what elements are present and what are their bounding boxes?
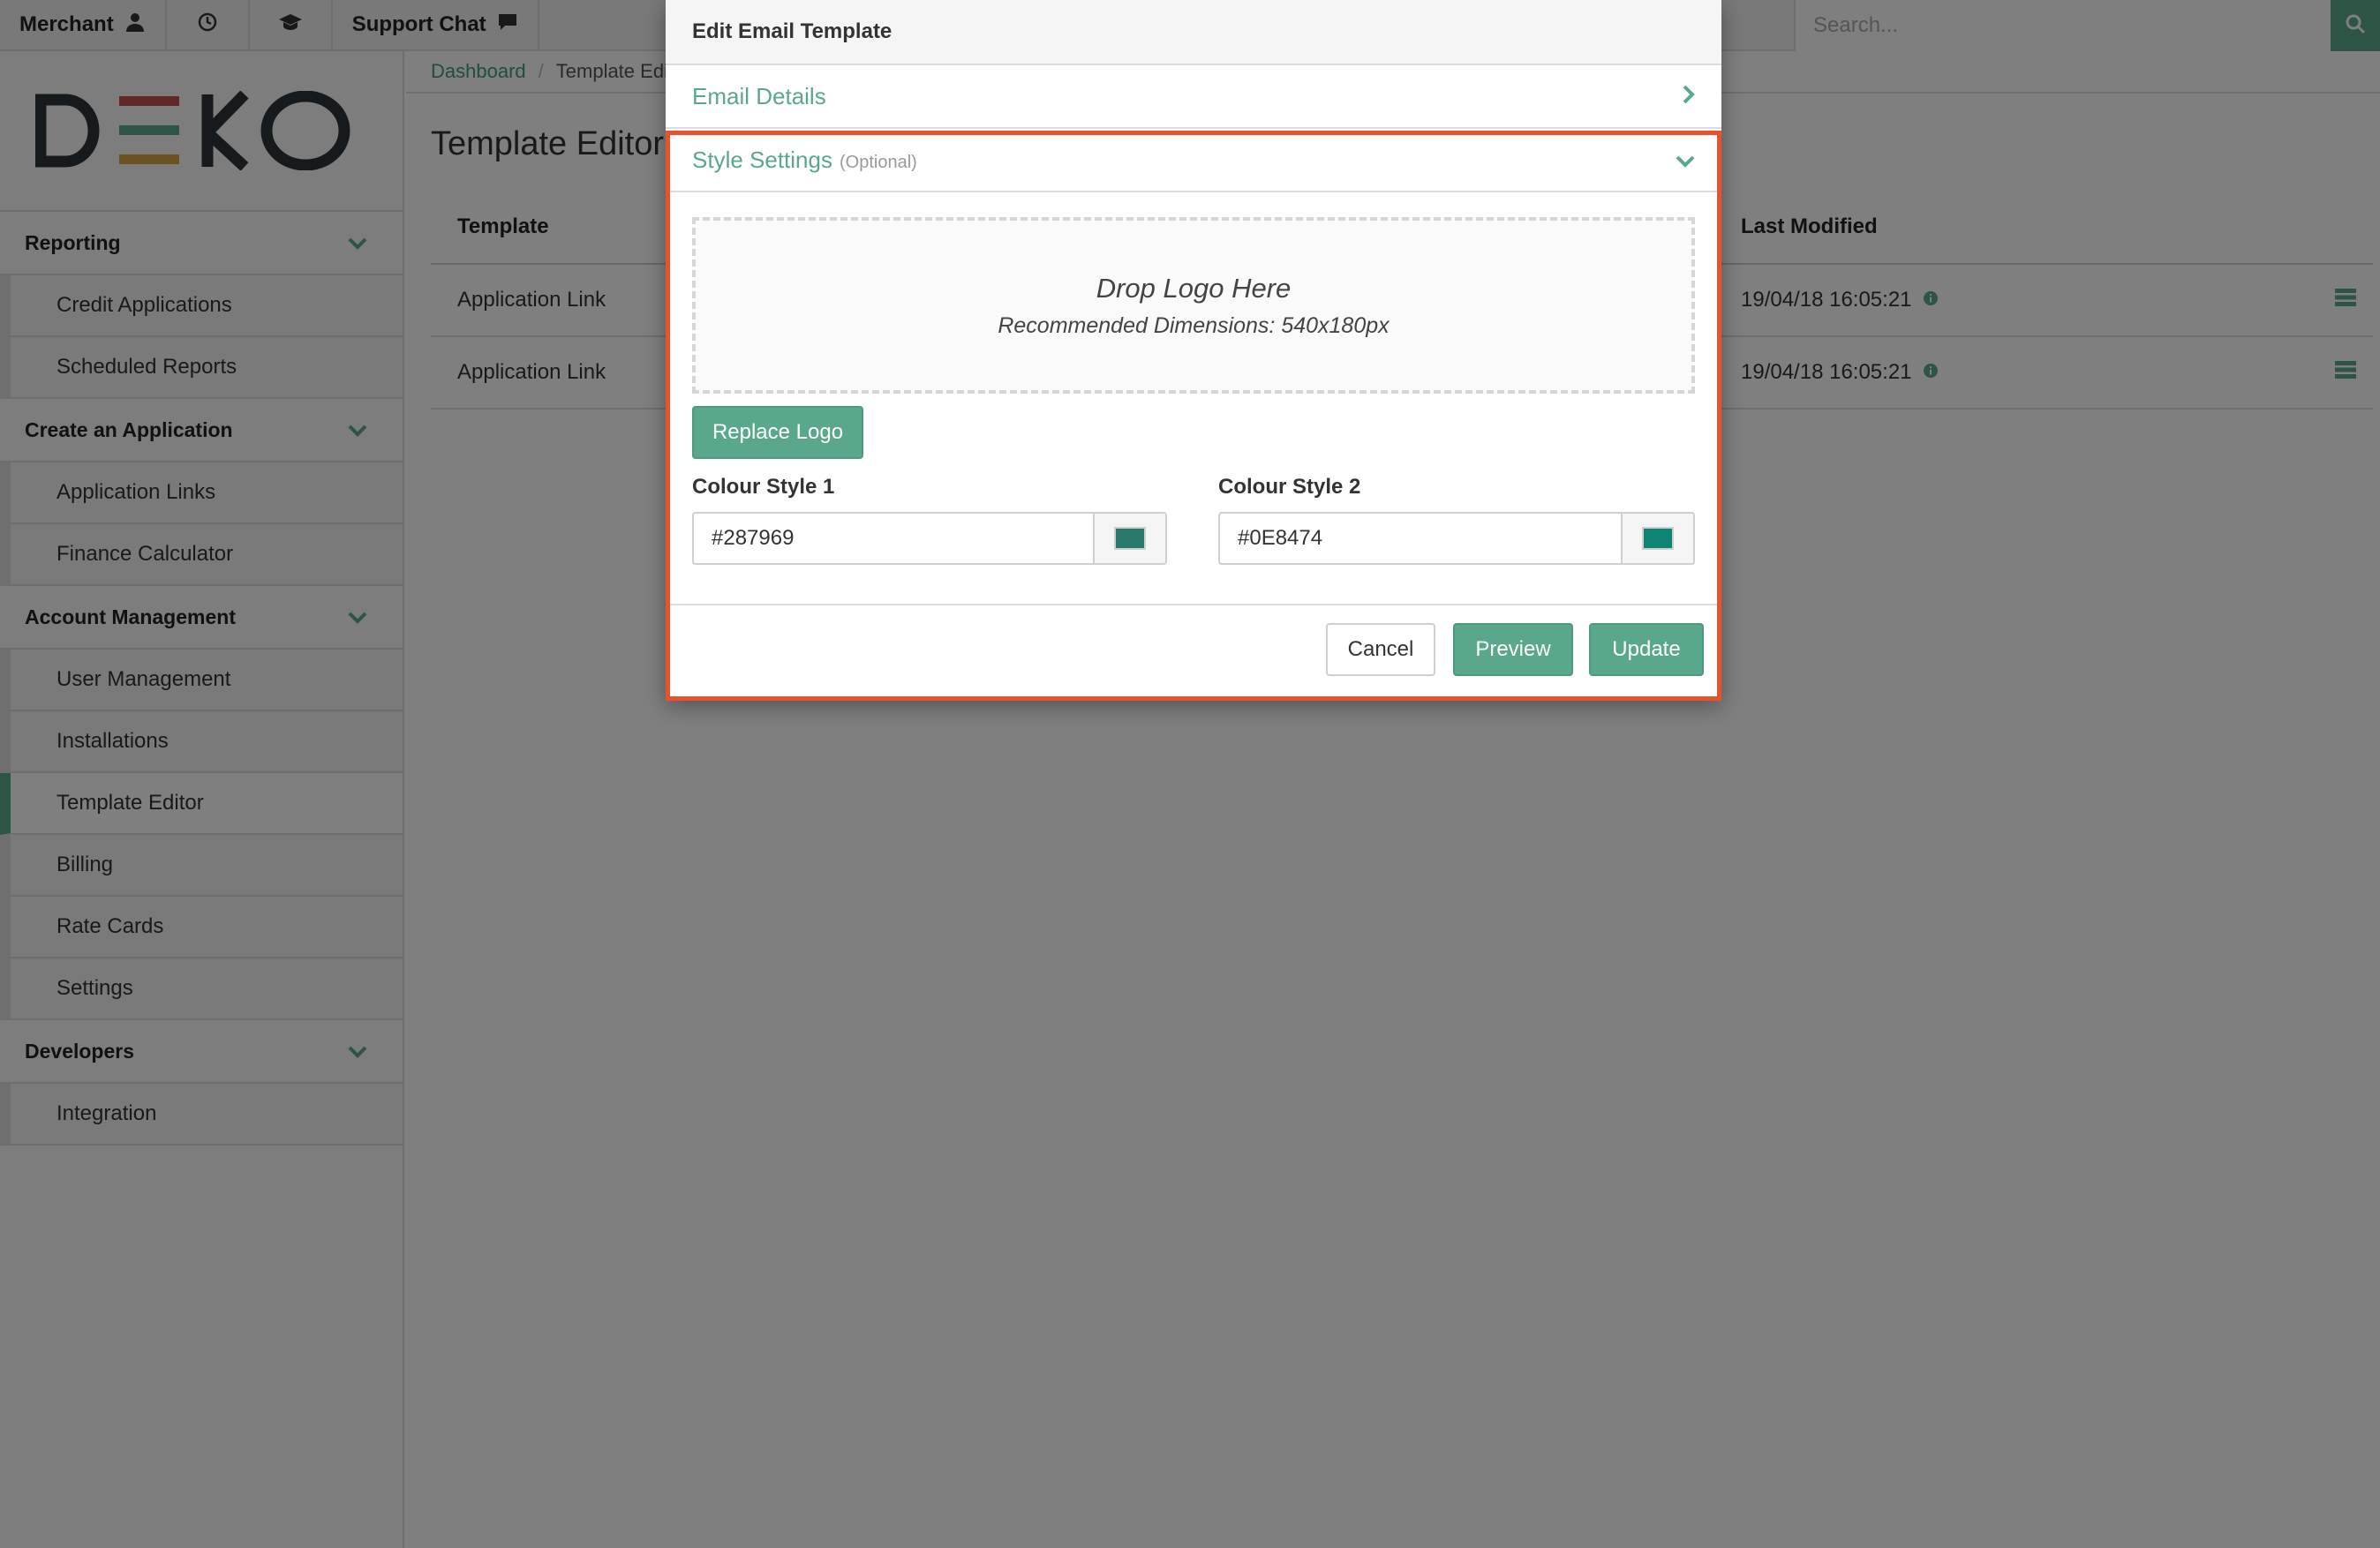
email-details-accordion[interactable]: Email Details <box>666 65 1721 129</box>
edit-email-template-modal: Edit Email Template Email Details Style … <box>666 0 1721 701</box>
modal-header: Edit Email Template <box>666 0 1721 65</box>
style-settings-highlight <box>666 131 1721 701</box>
email-details-label: Email Details <box>692 82 826 109</box>
modal-title: Edit Email Template <box>692 19 892 43</box>
chevron-right-icon <box>1683 83 1695 110</box>
